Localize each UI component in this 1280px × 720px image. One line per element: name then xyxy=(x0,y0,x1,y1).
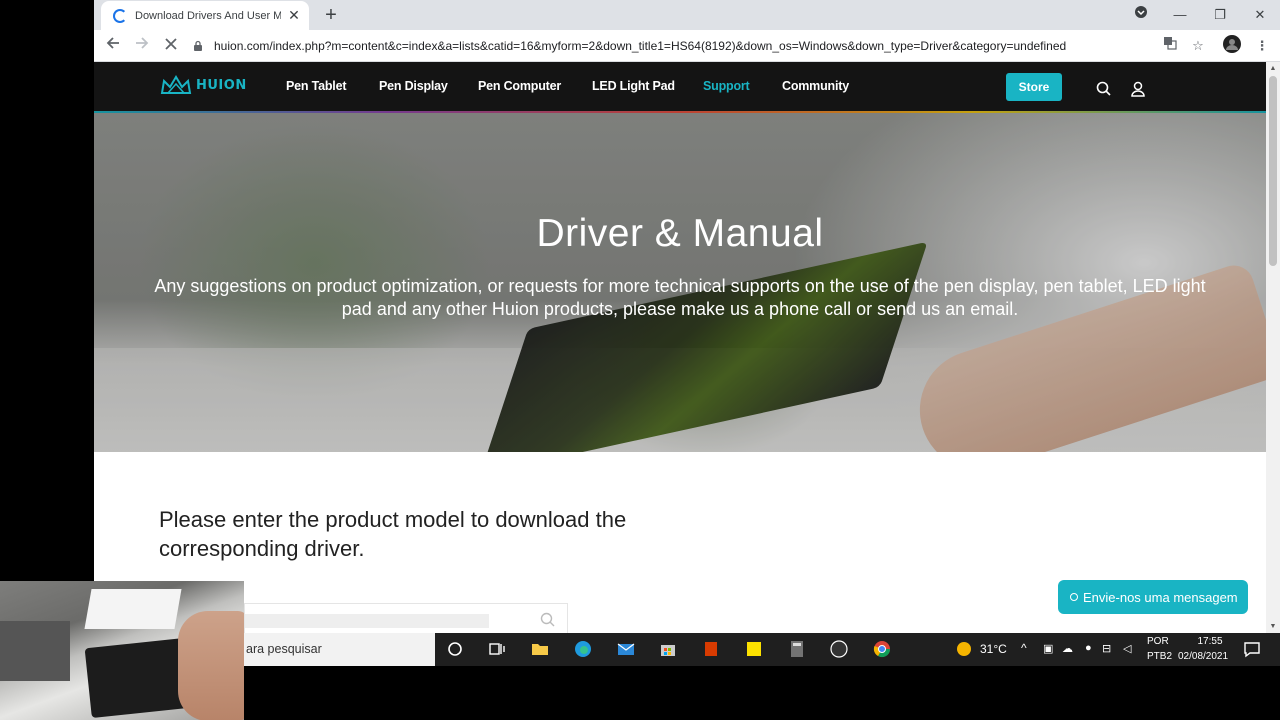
calculator-icon[interactable] xyxy=(787,639,807,659)
nav-led-light-pad[interactable]: LED Light Pad xyxy=(592,79,675,93)
tab-search-icon[interactable] xyxy=(1128,4,1154,26)
nav-community[interactable]: Community xyxy=(782,79,849,93)
hero-title: Driver & Manual xyxy=(536,212,824,255)
loading-spinner-icon xyxy=(113,8,127,23)
search-icon[interactable] xyxy=(540,612,555,627)
store-icon[interactable] xyxy=(658,639,678,659)
hand-in-webcam xyxy=(178,611,244,720)
taskbar-search-box[interactable]: ara pesquisar xyxy=(244,633,435,666)
browser-tab[interactable]: Download Drivers And User Man ✕ xyxy=(101,1,309,30)
model-search-input[interactable] xyxy=(244,603,568,633)
browser-toolbar: huion.com/index.php?m=content&c=index&a=… xyxy=(94,30,1280,62)
logo-text: HUION xyxy=(196,77,247,93)
webcam-overlay xyxy=(0,581,244,720)
network-icon[interactable]: ⊟ xyxy=(1102,642,1111,655)
edge-icon[interactable] xyxy=(573,639,593,659)
search-icon[interactable] xyxy=(1096,81,1111,101)
cortana-icon[interactable] xyxy=(445,639,465,659)
chat-label: Envie-nos uma mensagem xyxy=(1083,589,1238,605)
lock-icon xyxy=(194,40,202,51)
mic-icon[interactable]: ● xyxy=(1085,642,1092,654)
windows-taskbar: ara pesquisar 31°C ^ ▣ ☁ ● ⊟ ◁ POR PTB2 … xyxy=(244,633,1280,666)
keyboard-layout[interactable]: PTB2 xyxy=(1147,651,1172,662)
onedrive-icon[interactable]: ☁ xyxy=(1062,642,1073,655)
address-bar[interactable]: huion.com/index.php?m=content&c=index&a=… xyxy=(192,33,1192,59)
forward-button[interactable] xyxy=(131,35,153,57)
profile-avatar[interactable] xyxy=(1221,35,1243,57)
scroll-down-icon[interactable]: ▼ xyxy=(1266,623,1280,630)
scroll-up-icon[interactable]: ▲ xyxy=(1266,65,1280,72)
web-page: HUION Pen Tablet Pen Display Pen Compute… xyxy=(94,62,1266,633)
nav-support[interactable]: Support xyxy=(703,79,750,93)
product-box xyxy=(84,589,182,629)
close-window-button[interactable]: ✕ xyxy=(1247,4,1273,26)
restore-button[interactable]: ❐ xyxy=(1207,4,1233,26)
menu-kebab-icon[interactable]: ⋮ xyxy=(1251,35,1273,57)
crown-logo-icon xyxy=(160,75,192,94)
tablet-in-webcam xyxy=(84,637,192,719)
chat-icon xyxy=(1070,593,1078,601)
clock-time[interactable]: 17:55 xyxy=(1190,636,1230,647)
tray-chevron-icon[interactable]: ^ xyxy=(1021,641,1027,655)
tab-strip: Download Drivers And User Man ✕ + — ❐ ✕ xyxy=(94,0,1280,30)
tab-title: Download Drivers And User Man xyxy=(135,9,281,22)
task-view-icon[interactable] xyxy=(487,639,507,659)
sticky-notes-icon[interactable] xyxy=(744,639,764,659)
translate-icon[interactable] xyxy=(1159,35,1181,57)
huion-logo[interactable]: HUION xyxy=(160,75,247,95)
chrome-icon[interactable] xyxy=(872,639,892,659)
store-button[interactable]: Store xyxy=(1006,73,1062,101)
nav-pen-computer[interactable]: Pen Computer xyxy=(478,79,561,93)
stop-loading-button[interactable] xyxy=(160,35,182,57)
page-scrollbar[interactable]: ▲ ▼ xyxy=(1266,62,1280,633)
hero-banner: Driver & Manual Any suggestions on produ… xyxy=(94,113,1266,452)
tab-close-icon[interactable]: ✕ xyxy=(287,7,301,24)
meet-icon[interactable]: ▣ xyxy=(1043,642,1053,655)
search-prompt-text: Please enter the product model to downlo… xyxy=(159,507,627,561)
new-tab-button[interactable]: + xyxy=(320,4,342,26)
notification-icon[interactable] xyxy=(1242,639,1262,659)
weather-temperature[interactable]: 31°C xyxy=(980,642,1007,656)
office-icon[interactable] xyxy=(701,639,721,659)
url-text: huion.com/index.php?m=content&c=index&a=… xyxy=(214,39,1067,53)
hero-description: Any suggestions on product optimization,… xyxy=(154,276,1206,319)
minimize-button[interactable]: — xyxy=(1167,4,1193,26)
site-header: HUION Pen Tablet Pen Display Pen Compute… xyxy=(94,62,1266,113)
weather-sun-icon[interactable] xyxy=(954,639,974,659)
nav-pen-display[interactable]: Pen Display xyxy=(379,79,448,93)
scrollbar-thumb[interactable] xyxy=(1269,76,1277,266)
bookmark-star-icon[interactable]: ☆ xyxy=(1187,35,1209,57)
back-button[interactable] xyxy=(102,35,124,57)
mail-icon[interactable] xyxy=(616,639,636,659)
browser-window: Download Drivers And User Man ✕ + — ❐ ✕ … xyxy=(94,0,1280,633)
clock-date[interactable]: 02/08/2021 xyxy=(1178,651,1228,662)
language-code[interactable]: POR xyxy=(1147,636,1169,647)
send-message-button[interactable]: Envie-nos uma mensagem xyxy=(1058,580,1248,614)
file-explorer-icon[interactable] xyxy=(530,639,550,659)
user-icon[interactable] xyxy=(1131,81,1145,102)
volume-icon[interactable]: ◁ xyxy=(1123,642,1131,655)
nav-pen-tablet[interactable]: Pen Tablet xyxy=(286,79,346,93)
obs-icon[interactable] xyxy=(829,639,849,659)
